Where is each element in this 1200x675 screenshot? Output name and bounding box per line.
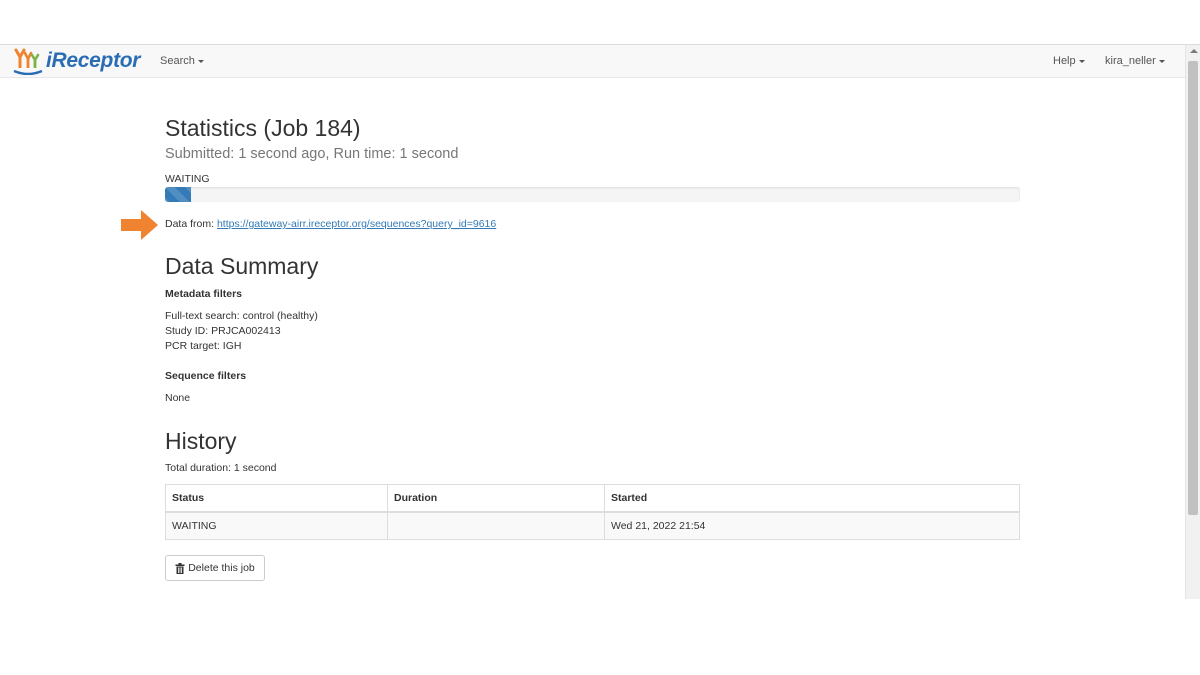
metadata-filter-item: Study ID: PRJCA002413	[165, 325, 281, 337]
caret-down-icon	[1158, 59, 1165, 63]
column-header-started: Started	[604, 484, 1020, 513]
history-heading: History	[165, 428, 237, 454]
metadata-filter-item: PCR target: IGH	[165, 340, 242, 352]
job-status-label: WAITING	[165, 173, 210, 185]
help-menu[interactable]: Help	[1053, 45, 1085, 78]
browser-viewport: iReceptor Search Help kira_neller Statis…	[0, 44, 1200, 599]
sequence-filters-value: None	[165, 392, 191, 404]
page-title: Statistics (Job 184)	[165, 115, 361, 141]
brand-logo[interactable]: iReceptor	[12, 46, 140, 76]
trash-icon	[175, 562, 185, 574]
data-summary-heading: Data Summary	[165, 253, 319, 279]
table-row: WAITING Wed 21, 2022 21:54	[165, 511, 1020, 540]
metadata-filters-heading: Metadata filters	[165, 288, 243, 300]
arrow-right-icon	[121, 210, 158, 240]
sequence-filters-heading: Sequence filters	[165, 370, 247, 382]
caret-down-icon	[1078, 59, 1085, 63]
help-menu-label: Help	[1053, 55, 1076, 67]
scrollbar-thumb[interactable]	[1188, 61, 1198, 515]
ireceptor-logo-icon	[13, 48, 43, 75]
cell-started: Wed 21, 2022 21:54	[604, 511, 1020, 540]
metadata-filter-item: Full-text search: control (healthy)	[165, 310, 318, 322]
caret-down-icon	[197, 59, 204, 63]
user-menu-label: kira_neller	[1105, 55, 1156, 67]
total-duration: Total duration: 1 second	[165, 462, 277, 474]
delete-job-button[interactable]: Delete this job	[165, 555, 265, 581]
table-header-row: Status Duration Started	[165, 484, 1020, 513]
user-menu[interactable]: kira_neller	[1105, 45, 1165, 78]
scroll-up-arrow-icon[interactable]	[1190, 49, 1198, 53]
delete-job-label: Delete this job	[188, 562, 255, 574]
cell-duration	[387, 511, 605, 540]
brand-name: iReceptor	[46, 49, 141, 72]
history-table: Status Duration Started WAITING Wed 21, …	[165, 484, 1020, 540]
search-menu-label: Search	[160, 55, 195, 67]
column-header-duration: Duration	[387, 484, 605, 513]
data-from-link[interactable]: https://gateway-airr.ireceptor.org/seque…	[217, 218, 496, 230]
job-progress-fill	[165, 187, 191, 202]
vertical-scrollbar[interactable]	[1185, 45, 1200, 599]
data-from: Data from: https://gateway-airr.irecepto…	[165, 218, 496, 230]
data-from-label: Data from:	[165, 218, 215, 230]
navbar: iReceptor Search Help kira_neller	[0, 45, 1185, 78]
job-progress-bar	[165, 187, 1020, 202]
job-subtitle: Submitted: 1 second ago, Run time: 1 sec…	[165, 146, 459, 162]
column-header-status: Status	[165, 484, 388, 513]
search-menu[interactable]: Search	[160, 45, 204, 78]
cell-status: WAITING	[165, 511, 388, 540]
